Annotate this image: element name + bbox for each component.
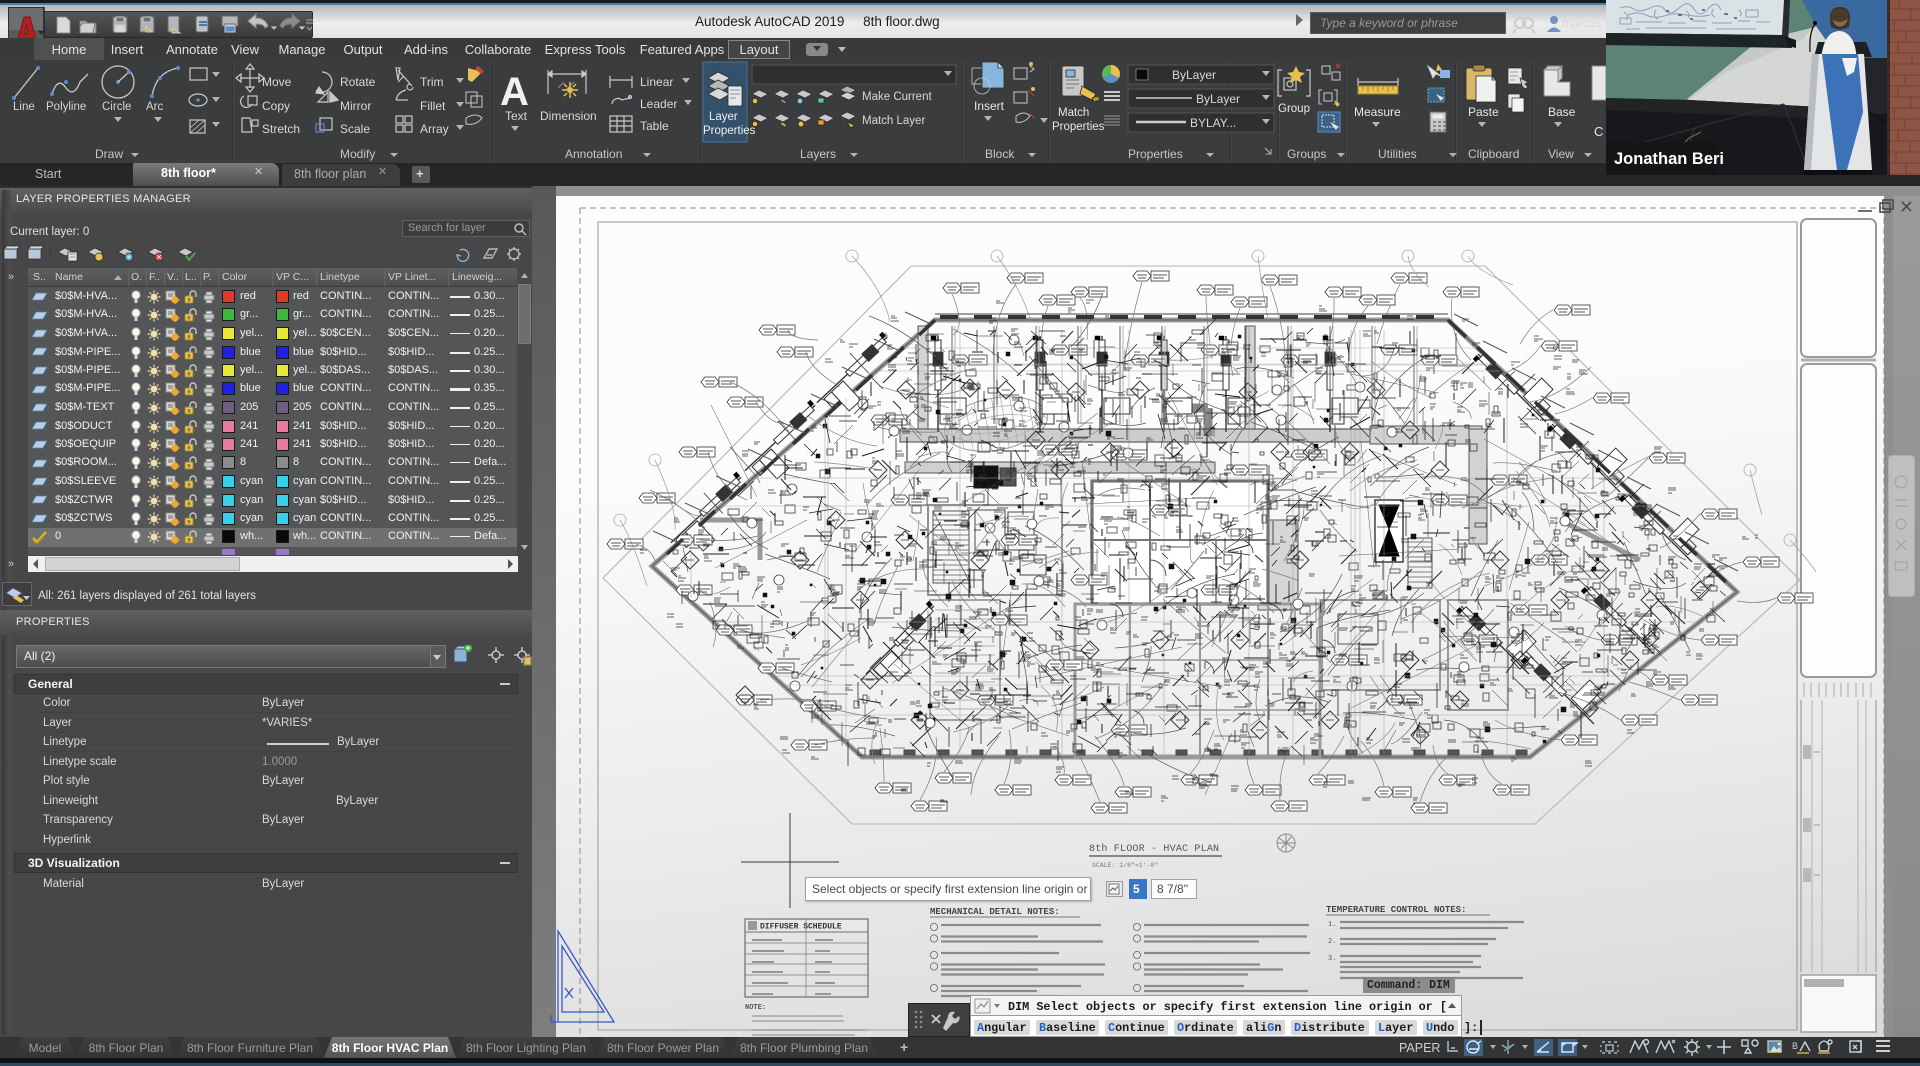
svg-text:Leader: Leader <box>640 97 677 111</box>
svg-text:Properties: Properties <box>1052 121 1105 133</box>
svg-text:Rotate: Rotate <box>340 75 376 89</box>
svg-text:Trim: Trim <box>420 75 444 89</box>
svg-text:Match Layer: Match Layer <box>862 115 925 127</box>
svg-text:Stretch: Stretch <box>262 122 300 136</box>
svg-text:8th FLOOR - HVAC PLAN: 8th FLOOR - HVAC PLAN <box>1089 843 1219 855</box>
svg-text:Measure: Measure <box>1354 105 1401 119</box>
svg-text:Linear: Linear <box>640 75 673 89</box>
svg-text:Arc: Arc <box>146 101 164 113</box>
svg-text:SCALE: 1/8"=1'-0": SCALE: 1/8"=1'-0" <box>1092 862 1158 869</box>
svg-text:NOTE:: NOTE: <box>745 1004 766 1012</box>
svg-text:Base: Base <box>1548 105 1576 119</box>
svg-text:Text: Text <box>505 109 528 123</box>
svg-text:Polyline: Polyline <box>46 101 86 113</box>
svg-text:Scale: Scale <box>340 122 370 136</box>
svg-text:Layer: Layer <box>709 111 738 123</box>
svg-text:Paste: Paste <box>1468 105 1499 119</box>
svg-text:Table: Table <box>640 119 669 133</box>
svg-text:Properties: Properties <box>703 125 756 137</box>
svg-text:Insert: Insert <box>974 99 1005 113</box>
svg-text:Line: Line <box>13 101 35 113</box>
svg-text:1.: 1. <box>1328 921 1336 929</box>
svg-text:Mirror: Mirror <box>340 99 371 113</box>
svg-text:Move: Move <box>262 75 292 89</box>
svg-text:Match: Match <box>1058 107 1089 119</box>
svg-text:Circle: Circle <box>102 101 131 113</box>
svg-text:A: A <box>500 70 529 114</box>
svg-text:B: B <box>1792 1041 1798 1051</box>
svg-text:ByLayer: ByLayer <box>1196 92 1240 106</box>
svg-text:Make Current: Make Current <box>862 91 932 103</box>
svg-text:Fillet: Fillet <box>420 99 446 113</box>
svg-text:Array: Array <box>420 122 449 136</box>
svg-text:BYLAY...: BYLAY... <box>1190 116 1236 130</box>
svg-text:2.: 2. <box>1328 938 1336 946</box>
svg-text:DIFFUSER SCHEDULE: DIFFUSER SCHEDULE <box>760 923 842 932</box>
svg-text:ByLayer: ByLayer <box>1172 68 1216 82</box>
svg-text:Group: Group <box>1278 103 1310 115</box>
svg-text:TEMPERATURE CONTROL NOTES:: TEMPERATURE CONTROL NOTES: <box>1326 905 1466 915</box>
svg-text:Jonathan Beri: Jonathan Beri <box>1614 150 1724 168</box>
svg-text:MECHANICAL DETAIL NOTES:: MECHANICAL DETAIL NOTES: <box>930 907 1060 917</box>
svg-text:Copy: Copy <box>262 99 290 113</box>
svg-text:C: C <box>1594 124 1603 139</box>
svg-text:3.: 3. <box>1328 955 1336 963</box>
svg-text:Dimension: Dimension <box>540 109 597 123</box>
